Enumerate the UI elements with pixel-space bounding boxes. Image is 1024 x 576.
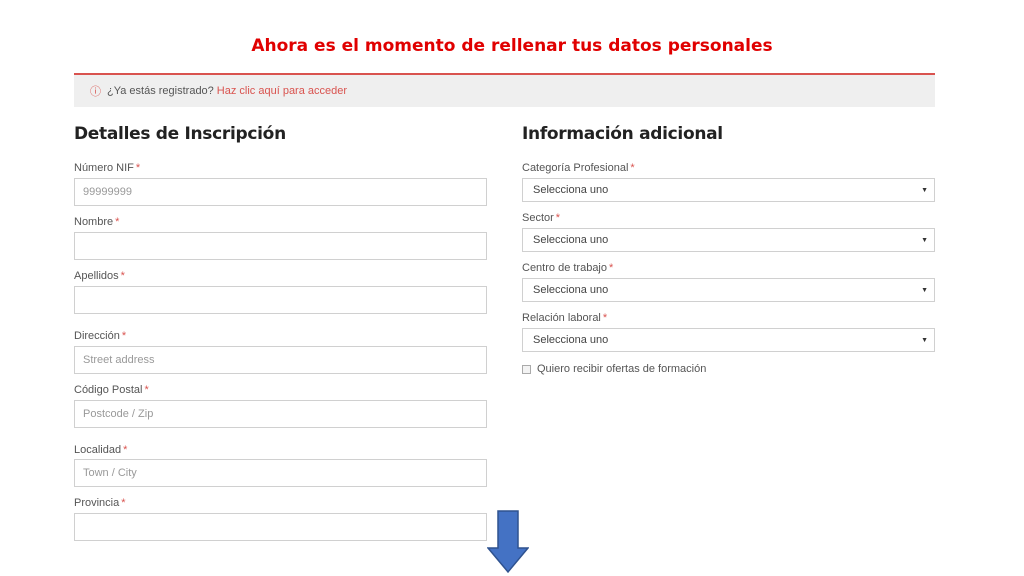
registration-title: Detalles de Inscripción: [74, 124, 286, 144]
notice-text: ¿Ya estás registrado?: [107, 85, 214, 97]
centro-selected: Selecciona uno: [533, 284, 609, 296]
sector-select[interactable]: Selecciona uno ▼: [522, 228, 935, 252]
codigo-postal-label: Código Postal *: [74, 384, 149, 396]
provincia-label: Provincia *: [74, 497, 126, 509]
additional-info-section: Información adicional Categoría Profesio…: [522, 124, 935, 375]
direccion-label: Dirección *: [74, 330, 127, 342]
categoria-selected: Selecciona uno: [533, 184, 609, 196]
registration-section: Detalles de Inscripción Número NIF* Nomb…: [74, 124, 487, 541]
additional-info-title: Información adicional: [522, 124, 723, 144]
provincia-input[interactable]: [74, 513, 487, 541]
page-title: Ahora es el momento de rellenar tus dato…: [251, 36, 773, 56]
centro-label: Centro de trabajo *: [522, 262, 614, 274]
nif-label: Número NIF *: [74, 162, 141, 174]
centro-select[interactable]: Selecciona uno ▼: [522, 278, 935, 302]
categoria-label: Categoría Profesional *: [522, 162, 635, 174]
sector-selected: Selecciona uno: [533, 234, 609, 246]
apellidos-input[interactable]: [74, 286, 487, 314]
categoria-select[interactable]: Selecciona uno ▼: [522, 178, 935, 202]
sector-label: Sector *: [522, 212, 561, 224]
apellidos-label: Apellidos *: [74, 270, 125, 282]
nombre-input[interactable]: [74, 232, 487, 260]
codigo-postal-input[interactable]: [74, 400, 487, 428]
login-notice: ⓘ ¿Ya estás registrado? Haz clic aquí pa…: [74, 73, 935, 107]
caret-down-icon: ▼: [921, 236, 928, 244]
direccion-input[interactable]: [74, 346, 487, 374]
caret-down-icon: ▼: [921, 286, 928, 294]
nombre-label: Nombre *: [74, 216, 120, 228]
relacion-select[interactable]: Selecciona uno ▼: [522, 328, 935, 352]
offers-checkbox-row: Quiero recibir ofertas de formación: [522, 363, 706, 375]
offers-checkbox[interactable]: [522, 364, 531, 374]
down-arrow-icon: [487, 510, 529, 574]
relacion-label: Relación laboral *: [522, 312, 608, 324]
localidad-label: Localidad *: [74, 444, 128, 456]
nif-input[interactable]: [74, 178, 487, 206]
localidad-input[interactable]: [74, 459, 487, 487]
caret-down-icon: ▼: [921, 336, 928, 344]
login-link[interactable]: Haz clic aquí para acceder: [217, 85, 347, 97]
offers-checkbox-label: Quiero recibir ofertas de formación: [537, 363, 707, 375]
info-circle-icon: ⓘ: [90, 86, 101, 98]
relacion-selected: Selecciona uno: [533, 334, 609, 346]
caret-down-icon: ▼: [921, 186, 928, 194]
